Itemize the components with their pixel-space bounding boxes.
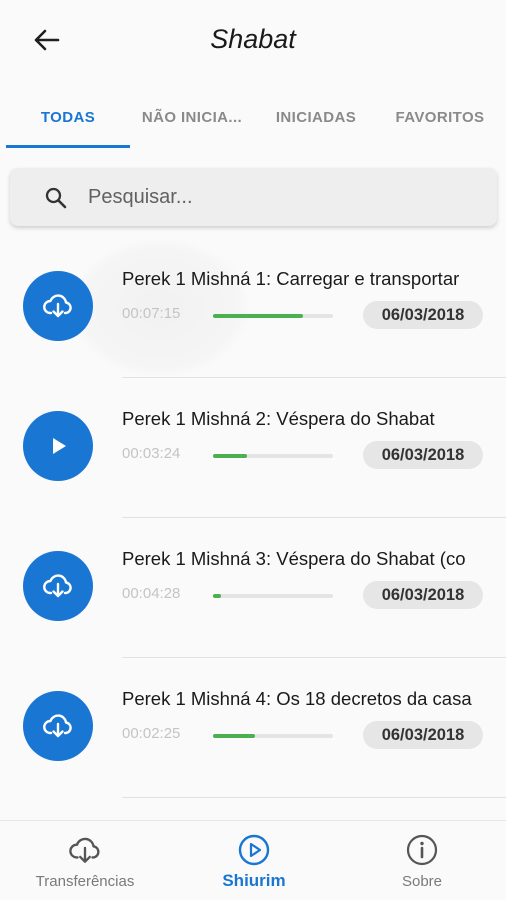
- item-title: Perek 1 Mishná 2: Véspera do Shabat: [122, 408, 435, 429]
- progress-bar: [213, 594, 333, 598]
- list-item[interactable]: Perek 1 Mishná 1: Carregar e transportar…: [0, 238, 506, 378]
- cloud-download-icon: [69, 837, 100, 863]
- page-title: Shabat: [210, 24, 296, 54]
- tab-favoritos[interactable]: FAVORITOS: [378, 92, 502, 142]
- item-duration: 00:03:24: [122, 445, 181, 462]
- list-item[interactable]: Perek 1 Mishná 4: Os 18 decretos da casa…: [0, 658, 506, 798]
- download-button[interactable]: [23, 271, 93, 341]
- cloud-download-icon: [43, 294, 72, 318]
- tab-nao-iniciadas[interactable]: NÃO INICIA...: [130, 92, 254, 142]
- nav-label: Sobre: [401, 873, 443, 890]
- download-button[interactable]: [23, 551, 93, 621]
- shiur-list[interactable]: Perek 1 Mishná 1: Carregar e transportar…: [0, 238, 506, 820]
- search-bar[interactable]: [10, 168, 497, 226]
- date-badge: 06/03/2018: [363, 301, 483, 329]
- item-title: Perek 1 Mishná 3: Véspera do Shabat (co: [122, 548, 466, 569]
- info-icon: [406, 834, 438, 866]
- divider: [122, 797, 506, 798]
- date-badge: 06/03/2018: [363, 581, 483, 609]
- tab-bar: TODAS NÃO INICIA... INICIADAS FAVORITOS: [0, 92, 506, 148]
- tab-indicator: [6, 145, 130, 148]
- search-input[interactable]: [88, 178, 488, 216]
- play-circle-icon: [238, 834, 270, 866]
- progress-fill: [213, 454, 247, 458]
- play-icon: [53, 438, 66, 454]
- download-button[interactable]: [23, 691, 93, 761]
- progress-fill: [213, 314, 303, 318]
- cloud-download-icon: [43, 574, 72, 598]
- search-icon: [45, 187, 67, 209]
- date-badge: 06/03/2018: [363, 441, 483, 469]
- tab-iniciadas[interactable]: INICIADAS: [254, 92, 378, 142]
- progress-bar: [213, 314, 333, 318]
- list-item[interactable]: Perek 1 Mishná 3: Véspera do Shabat (co …: [0, 518, 506, 658]
- tab-todas[interactable]: TODAS: [6, 92, 130, 142]
- app-bar: Shabat: [0, 0, 506, 80]
- progress-bar: [213, 454, 333, 458]
- progress-fill: [213, 734, 255, 738]
- nav-sobre[interactable]: Sobre: [347, 821, 497, 900]
- nav-label: Transferências: [35, 873, 135, 890]
- nav-shiurim[interactable]: Shiurim: [179, 821, 329, 900]
- nav-transferencias[interactable]: Transferências: [10, 821, 160, 900]
- list-item[interactable]: Perek 1 Mishná 2: Véspera do Shabat 00:0…: [0, 378, 506, 518]
- play-button[interactable]: [23, 411, 93, 481]
- cloud-download-icon: [43, 714, 72, 738]
- bottom-navigation: Transferências Shiurim Sobre: [0, 820, 506, 900]
- progress-bar: [213, 734, 333, 738]
- nav-label: Shiurim: [222, 871, 286, 890]
- item-title: Perek 1 Mishná 4: Os 18 decretos da casa: [122, 688, 472, 709]
- item-title: Perek 1 Mishná 1: Carregar e transportar: [122, 268, 460, 289]
- progress-fill: [213, 594, 221, 598]
- item-duration: 00:02:25: [122, 725, 181, 742]
- item-duration: 00:04:28: [122, 585, 181, 602]
- item-duration: 00:07:15: [122, 305, 181, 322]
- date-badge: 06/03/2018: [363, 721, 483, 749]
